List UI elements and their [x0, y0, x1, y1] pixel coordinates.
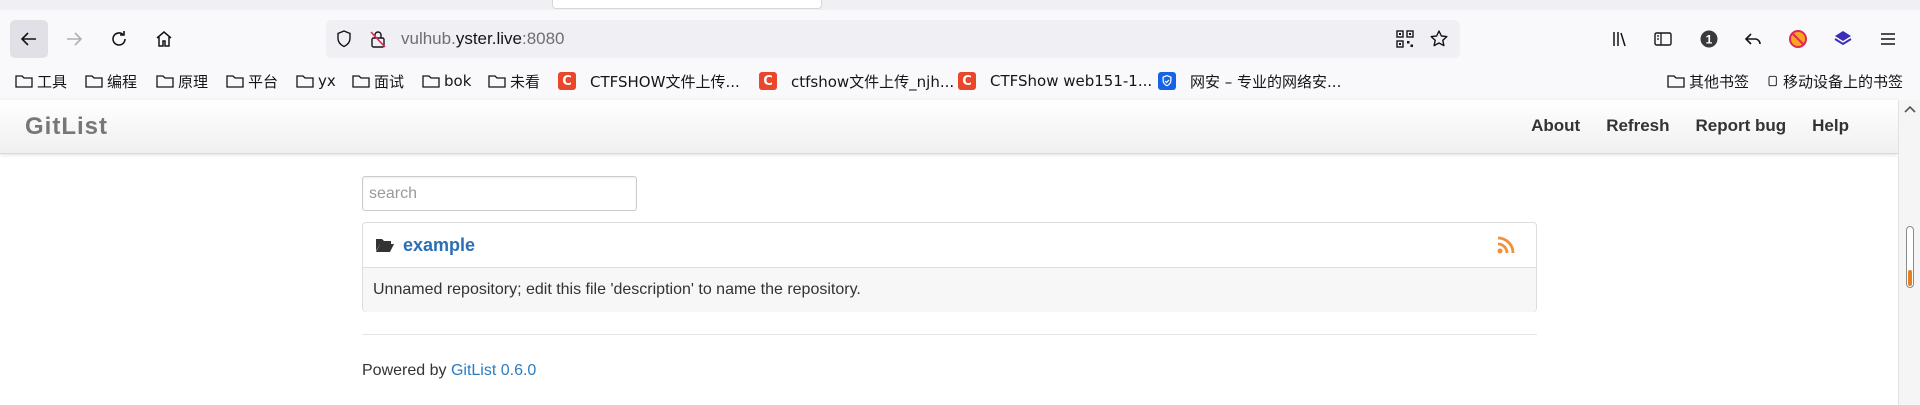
- footer: Powered by GitList 0.6.0: [362, 362, 536, 380]
- bookmark-folder[interactable]: 原理: [156, 70, 208, 92]
- bookmark-folder[interactable]: 工具: [15, 70, 67, 92]
- folder-icon: [422, 75, 440, 88]
- mobile-bookmarks-folder[interactable]: 移动设备上的书签: [1767, 70, 1903, 92]
- bookmark-ctfshow-upload-njh[interactable]: Cctfshow文件上传_njh...: [759, 70, 954, 92]
- blocked-extension-icon: [1789, 30, 1807, 48]
- gitlist-version-link[interactable]: GitList 0.6.0: [451, 362, 536, 379]
- url-text[interactable]: vulhub.yster.live:8080: [401, 29, 565, 49]
- repository-card: example Unnamed repository; edit this fi…: [362, 222, 1537, 312]
- qr-code-icon[interactable]: [1395, 29, 1415, 49]
- shield-icon[interactable]: [334, 29, 354, 49]
- vertical-scrollbar[interactable]: [1898, 100, 1920, 405]
- bookmark-folder[interactable]: 面试: [352, 70, 404, 92]
- shield-favicon-icon: [1158, 72, 1176, 90]
- repository-description: Unnamed repository; edit this file 'desc…: [363, 268, 1536, 312]
- folder-icon: [1667, 75, 1685, 88]
- scroll-up-arrow-icon[interactable]: [1904, 104, 1916, 114]
- home-button[interactable]: [145, 20, 183, 58]
- number-badge-icon: 1: [1700, 30, 1718, 48]
- bookmark-ctfshow-web151[interactable]: C CTFShow web151-1...: [958, 70, 1152, 92]
- home-icon: [156, 31, 172, 47]
- bookmark-star-icon[interactable]: [1429, 29, 1449, 49]
- layers-icon: [1834, 31, 1852, 46]
- navigation-toolbar: vulhub.yster.live:8080 1: [0, 16, 1920, 62]
- tab-strip: [0, 0, 1920, 10]
- nav-links: About Refresh Report bug Help: [1518, 116, 1862, 136]
- search-input[interactable]: [362, 176, 637, 211]
- reply-arrow-icon: [1744, 33, 1761, 45]
- open-folder-icon: [376, 239, 394, 252]
- back-arrow-icon: [20, 32, 36, 46]
- folder-icon: [488, 75, 506, 88]
- svg-text:1: 1: [1706, 33, 1713, 47]
- bookmark-folder[interactable]: 未看: [488, 70, 540, 92]
- repository-description-text: Unnamed repository; edit this file 'desc…: [373, 281, 861, 298]
- back-button[interactable]: [10, 20, 48, 58]
- other-bookmarks-folder[interactable]: 其他书签: [1667, 70, 1749, 92]
- repository-name-link[interactable]: example: [403, 235, 475, 256]
- bookmarks-toolbar: 工具 编程 原理 平台 yx 面试 bok 未看 C CTFSHOW文件上传...…: [0, 66, 1920, 96]
- footer-prefix: Powered by: [362, 362, 451, 379]
- app-menu-button[interactable]: [1869, 20, 1907, 58]
- nav-about-link[interactable]: About: [1518, 116, 1593, 136]
- brand-logo[interactable]: GitList: [25, 113, 108, 141]
- bookmark-folder[interactable]: 编程: [85, 70, 137, 92]
- browser-chrome: vulhub.yster.live:8080 1 工具 编程 原理 平台 yx …: [0, 0, 1920, 100]
- ctfshow-favicon-icon: C: [759, 72, 777, 90]
- library-icon: [1613, 32, 1626, 47]
- hamburger-menu-icon: [1881, 33, 1895, 45]
- bookmark-folder[interactable]: yx: [296, 70, 336, 92]
- nav-help-link[interactable]: Help: [1799, 116, 1862, 136]
- nav-refresh-link[interactable]: Refresh: [1593, 116, 1682, 136]
- folder-icon: [156, 75, 174, 88]
- sidebar-button[interactable]: [1644, 20, 1682, 58]
- bookmark-wangan[interactable]: 网安 – 专业的网络安...: [1158, 70, 1341, 92]
- repository-header: example: [363, 223, 1536, 268]
- reload-button[interactable]: [100, 20, 138, 58]
- active-tab[interactable]: [552, 0, 822, 9]
- footer-divider: [362, 334, 1537, 335]
- folder-icon: [226, 75, 244, 88]
- ctfshow-favicon-icon: C: [958, 72, 976, 90]
- sidebar-icon: [1654, 32, 1672, 46]
- nav-report-bug-link[interactable]: Report bug: [1683, 116, 1800, 136]
- insecure-lock-icon[interactable]: [368, 29, 388, 49]
- ctfshow-favicon-icon: C: [558, 72, 576, 90]
- extension-button[interactable]: [1779, 20, 1817, 58]
- forward-button[interactable]: [55, 20, 93, 58]
- reload-icon: [112, 31, 126, 46]
- bookmark-folder[interactable]: bok: [422, 70, 471, 92]
- extension-layers-button[interactable]: [1824, 20, 1862, 58]
- mobile-device-icon: [1768, 75, 1777, 87]
- address-bar[interactable]: vulhub.yster.live:8080: [326, 20, 1460, 58]
- bookmark-ctfshow-upload[interactable]: C CTFSHOW文件上传...: [558, 70, 740, 92]
- account-badge-button[interactable]: 1: [1690, 20, 1728, 58]
- gitlist-navbar: GitList About Refresh Report bug Help: [0, 100, 1898, 154]
- folder-icon: [85, 75, 103, 88]
- forward-arrow-icon: [67, 32, 83, 46]
- folder-icon: [296, 75, 314, 88]
- page-content: GitList About Refresh Report bug Help ex…: [0, 100, 1898, 405]
- folder-icon: [15, 75, 33, 88]
- rss-feed-icon[interactable]: [1496, 235, 1516, 255]
- reply-button[interactable]: [1734, 20, 1772, 58]
- scroll-position-marker: [1908, 270, 1912, 286]
- bookmark-folder[interactable]: 平台: [226, 70, 278, 92]
- folder-icon: [352, 75, 370, 88]
- library-button[interactable]: [1601, 20, 1639, 58]
